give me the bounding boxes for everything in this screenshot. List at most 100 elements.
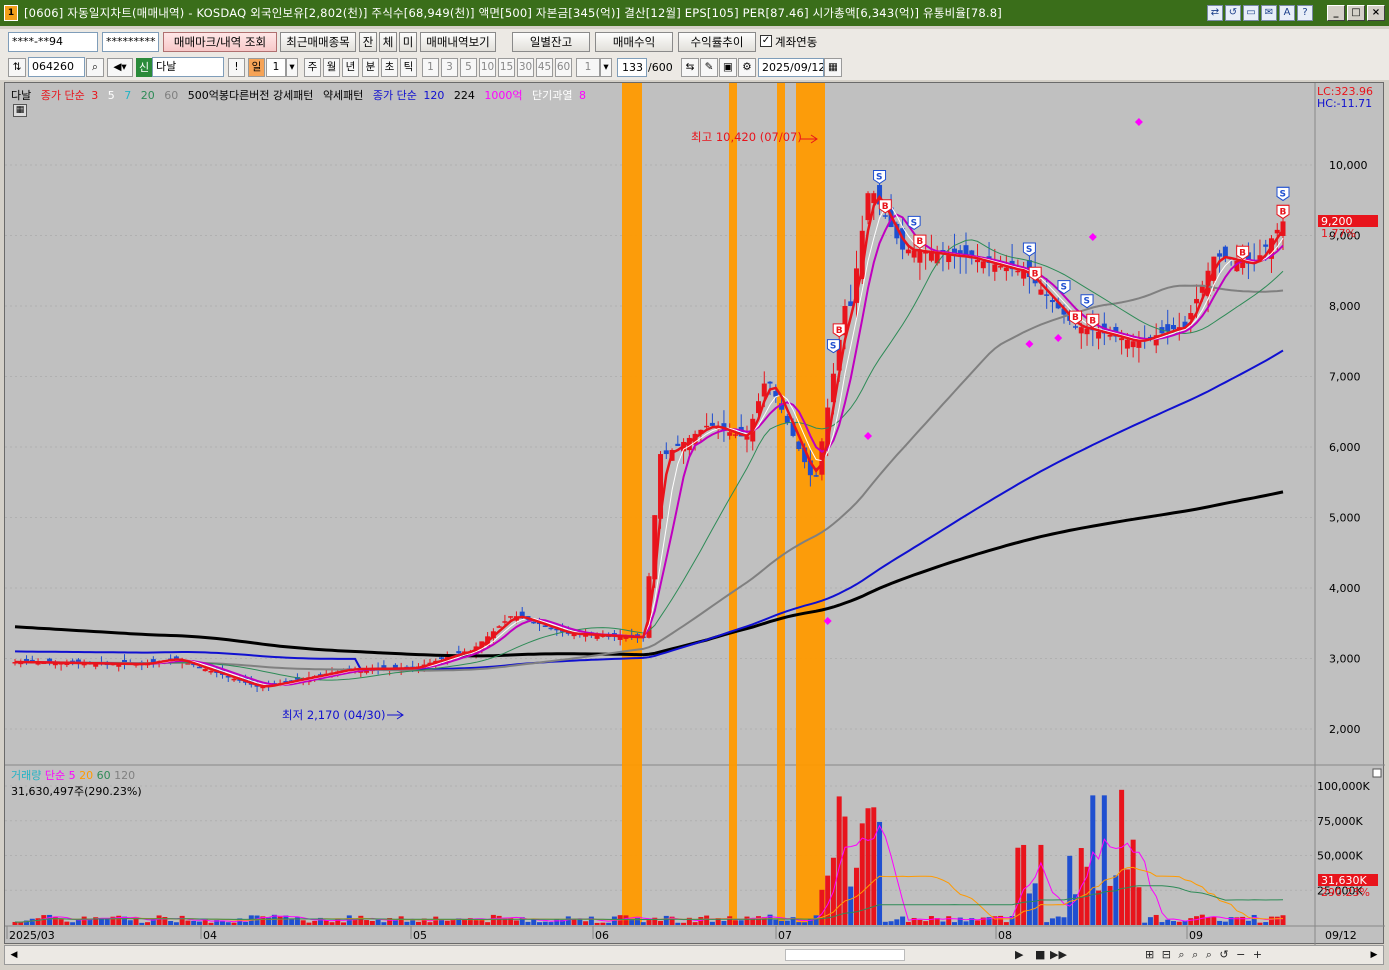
scroll-left-icon[interactable]: ◀ bbox=[7, 948, 21, 962]
interval-3-button[interactable]: 3 bbox=[441, 58, 458, 77]
trade-history-button[interactable]: 매매내역보기 bbox=[420, 32, 496, 52]
legend-ma7: 7 bbox=[124, 89, 132, 102]
volume-bar bbox=[1188, 918, 1194, 925]
trade-profit-button[interactable]: 매매수익 bbox=[595, 32, 673, 52]
period-second-button[interactable]: 초 bbox=[381, 58, 398, 77]
period-daily-button[interactable]: 일 bbox=[248, 58, 265, 77]
font-icon[interactable]: A bbox=[1279, 5, 1295, 21]
refresh-icon[interactable]: ↺ bbox=[1225, 5, 1241, 21]
help-icon[interactable]: ? bbox=[1297, 5, 1313, 21]
price-volume-chart[interactable]: 10,0009,0008,0007,0006,0005,0004,0003,00… bbox=[5, 83, 1385, 945]
volume-bar bbox=[185, 920, 191, 925]
interval-30-button[interactable]: 30 bbox=[517, 58, 534, 77]
count-field[interactable]: 133 bbox=[617, 58, 647, 77]
period-month-button[interactable]: 월 bbox=[323, 58, 340, 77]
volume-bar bbox=[756, 916, 762, 925]
play-button[interactable]: ▶ bbox=[1015, 948, 1023, 962]
trade-mark-query-button[interactable]: 매매마크/내역 조회 bbox=[163, 32, 277, 52]
fast-forward-button[interactable]: ▶▶ bbox=[1050, 948, 1067, 962]
return-trend-button[interactable]: 수익률추이 bbox=[678, 32, 756, 52]
interval-15-button[interactable]: 15 bbox=[498, 58, 515, 77]
filled-button[interactable]: 체 bbox=[379, 32, 397, 52]
zoom-tools[interactable]: ⊞ ⊟ ⌕ ⌕ ⌕ ↺ − + bbox=[1145, 948, 1264, 962]
stop-button[interactable]: ■ bbox=[1035, 948, 1045, 962]
legend-ma120: 120 bbox=[423, 89, 445, 102]
interval-45-button[interactable]: 45 bbox=[536, 58, 553, 77]
unfilled-button[interactable]: 미 bbox=[399, 32, 417, 52]
chart-tool-icon[interactable]: ✎ bbox=[700, 58, 718, 77]
account-link-checkbox[interactable]: ✓ bbox=[760, 35, 772, 47]
volume-bar bbox=[415, 921, 421, 925]
date-input[interactable]: 2025/09/12 bbox=[758, 58, 824, 77]
volume-bar bbox=[179, 915, 185, 925]
interval-1-button[interactable]: 1 bbox=[422, 58, 439, 77]
xaxis-label: 06 bbox=[595, 929, 609, 942]
chart-area[interactable]: 10,000 9,000 8,000 7,000 6,000 5,000 4,000 3,00… bbox=[4, 82, 1385, 945]
volume-bar bbox=[727, 916, 733, 925]
volume-bar bbox=[168, 920, 174, 925]
period-minute-button[interactable]: 분 bbox=[362, 58, 379, 77]
interval-value-field[interactable]: 1 bbox=[576, 58, 600, 77]
candle-body bbox=[704, 425, 710, 428]
save-icon[interactable]: ▣ bbox=[719, 58, 737, 77]
scroll-thumb[interactable] bbox=[785, 949, 905, 961]
chart-scrollbar[interactable]: ◀ ▶ ■ ▶▶ ⊞ ⊟ ⌕ ⌕ ⌕ ↺ − + ▶ bbox=[4, 945, 1384, 965]
volume-bar bbox=[848, 886, 854, 925]
interval-10-button[interactable]: 10 bbox=[479, 58, 496, 77]
candle-body bbox=[1096, 331, 1102, 339]
search-history-icon[interactable]: ⇅ bbox=[8, 58, 26, 77]
mail-icon[interactable]: ✉ bbox=[1261, 5, 1277, 21]
stock-code-input[interactable]: 064260 bbox=[28, 57, 85, 77]
candle-body bbox=[905, 249, 911, 254]
daily-balance-button[interactable]: 일별잔고 bbox=[512, 32, 590, 52]
chevron-down-icon[interactable]: ▾ bbox=[600, 58, 612, 77]
candle-body bbox=[1107, 334, 1113, 337]
candle-body bbox=[975, 259, 981, 263]
search-icon[interactable]: ⌕ bbox=[86, 58, 104, 77]
link-icon[interactable]: ⇄ bbox=[1207, 5, 1223, 21]
volume-bar bbox=[1263, 922, 1269, 925]
volume-bar bbox=[583, 921, 589, 925]
buy-marker-label: B bbox=[1239, 248, 1246, 258]
period-week-button[interactable]: 주 bbox=[304, 58, 321, 77]
scroll-right-icon[interactable]: ▶ bbox=[1367, 948, 1381, 962]
minimize-button[interactable]: _ bbox=[1327, 5, 1345, 21]
chevron-down-icon[interactable]: ▾ bbox=[286, 58, 298, 77]
balance-button[interactable]: 잔 bbox=[359, 32, 377, 52]
candle-body bbox=[208, 670, 214, 673]
arrows-icon[interactable]: ⇆ bbox=[681, 58, 699, 77]
candle-body bbox=[911, 250, 917, 258]
low-annotation: 최저 2,170 (04/30) bbox=[282, 708, 386, 722]
grid-toggle-icon[interactable]: ▦ bbox=[13, 104, 27, 117]
speaker-icon[interactable]: ◀▾ bbox=[107, 58, 133, 77]
volume-bar bbox=[1038, 844, 1044, 925]
volume-bar bbox=[1222, 921, 1228, 925]
stock-name-field[interactable]: 다날 bbox=[152, 57, 224, 77]
calendar-icon[interactable]: ▦ bbox=[824, 58, 842, 77]
volume-bar bbox=[1176, 921, 1182, 925]
volume-bar bbox=[243, 921, 249, 925]
layout-icon[interactable]: ▭ bbox=[1243, 5, 1259, 21]
candle-body bbox=[1217, 253, 1223, 257]
period-tick-button[interactable]: 틱 bbox=[400, 58, 417, 77]
volume-bar bbox=[917, 919, 923, 925]
interval-60-button[interactable]: 60 bbox=[555, 58, 572, 77]
maximize-button[interactable]: □ bbox=[1347, 5, 1365, 21]
volume-bar bbox=[623, 915, 629, 925]
legend-ma5: 5 bbox=[107, 89, 115, 102]
volume-bar bbox=[548, 922, 554, 925]
close-button[interactable]: × bbox=[1367, 5, 1385, 21]
recent-trade-stocks-button[interactable]: 최근매매종목 bbox=[280, 32, 356, 52]
interval-5-button[interactable]: 5 bbox=[460, 58, 477, 77]
password-field[interactable]: ********* bbox=[102, 32, 159, 52]
gear-icon[interactable]: ⚙ bbox=[738, 58, 756, 77]
period-year-button[interactable]: 년 bbox=[342, 58, 359, 77]
account-select[interactable]: ****-**94 bbox=[8, 32, 98, 52]
legend-ma-title: 종가 단순 bbox=[40, 89, 85, 102]
volume-bar bbox=[1251, 914, 1257, 925]
volume-ma5: 5 bbox=[68, 769, 76, 782]
volume-bar bbox=[1240, 916, 1246, 925]
app-icon: 1 bbox=[4, 5, 18, 21]
period-count-field[interactable]: 1 bbox=[266, 58, 286, 77]
alert-button[interactable]: ! bbox=[228, 58, 245, 77]
